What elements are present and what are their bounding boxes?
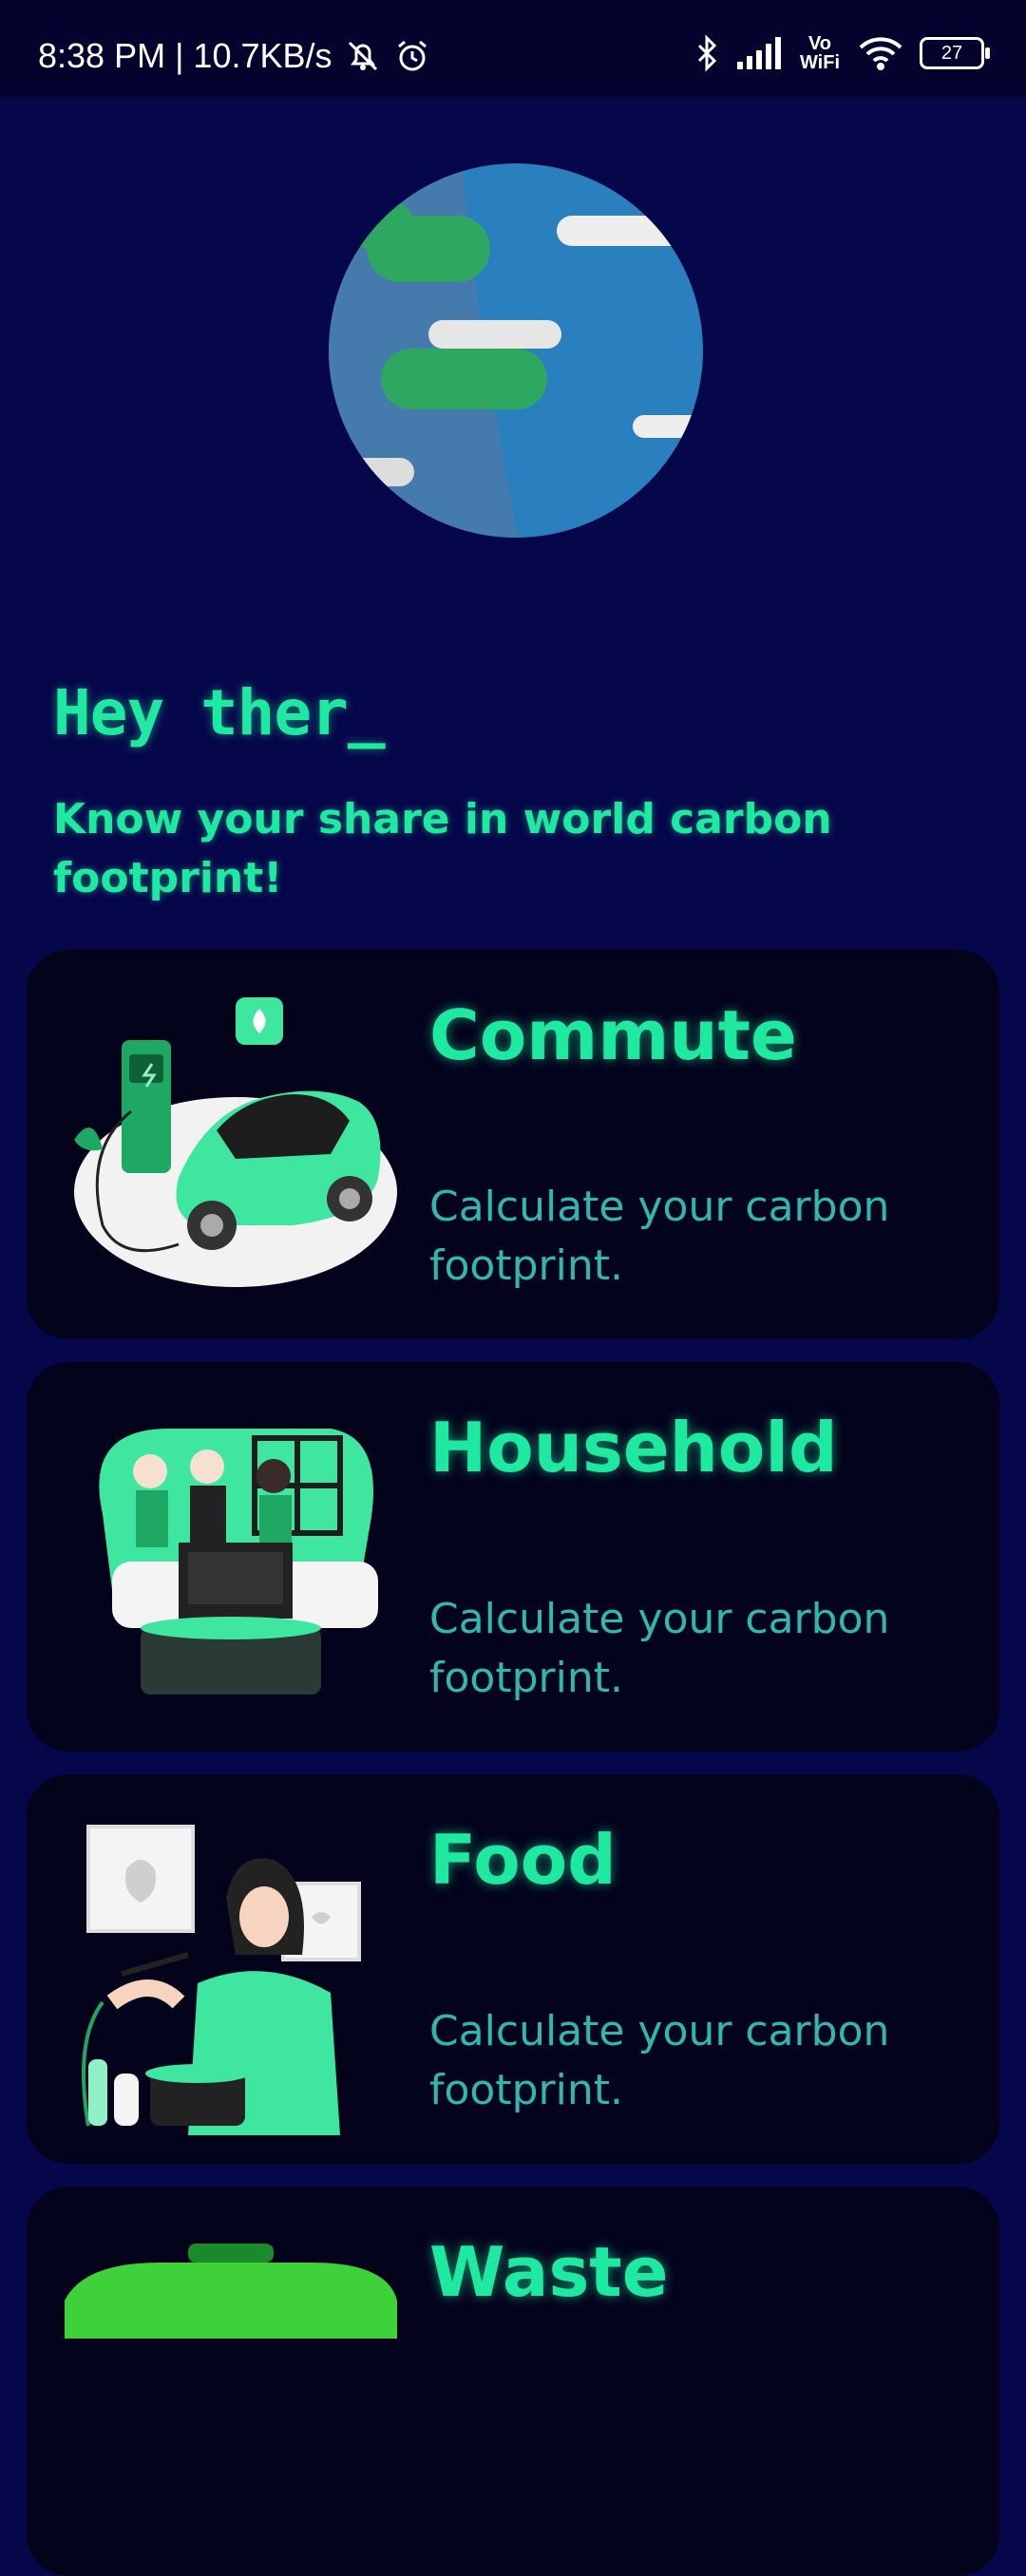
vowifi-label: Vo WiFi (799, 33, 841, 73)
greeting-subtitle: Know your share in world carbon footprin… (53, 795, 832, 902)
category-card-waste[interactable]: Waste (27, 2187, 999, 2576)
card-description-commute: Calculate your carbon footprint. (429, 1183, 890, 1290)
signal-icon (737, 37, 781, 69)
wifi-icon (859, 36, 902, 70)
alarm-icon (393, 37, 431, 75)
card-description-food: Calculate your carbon footprint. (429, 2007, 890, 2114)
card-title-waste: Waste (429, 2232, 669, 2312)
waste-bin-illustration (46, 2225, 407, 2548)
card-description-household: Calculate your carbon footprint. (429, 1595, 890, 1702)
card-title-household: Household (429, 1408, 838, 1487)
earth-illustration (329, 163, 703, 538)
battery-level: 27 (940, 42, 963, 64)
greeting-title: Hey ther_ (53, 676, 386, 749)
status-bar: 8:38 PM | 10.7KB/s Vo WiFi 27 (0, 0, 1026, 97)
category-card-household[interactable]: Household Calculate your carbon footprin… (27, 1362, 999, 1752)
bluetooth-icon (695, 34, 720, 72)
battery-icon: 27 (920, 37, 990, 69)
category-card-food[interactable]: Food Calculate your carbon footprint. (27, 1774, 999, 2164)
electric-car-illustration (46, 988, 407, 1311)
card-title-food: Food (429, 1820, 617, 1900)
mute-bell-icon (344, 37, 382, 75)
category-card-commute[interactable]: Commute Calculate your carbon footprint. (27, 950, 999, 1339)
cooking-illustration (46, 1812, 407, 2135)
status-left: 8:38 PM | 10.7KB/s (38, 36, 431, 76)
status-right: Vo WiFi 27 (695, 33, 990, 73)
household-illustration (46, 1400, 407, 1723)
card-title-commute: Commute (429, 995, 797, 1075)
time-speed: 8:38 PM | 10.7KB/s (38, 36, 332, 75)
